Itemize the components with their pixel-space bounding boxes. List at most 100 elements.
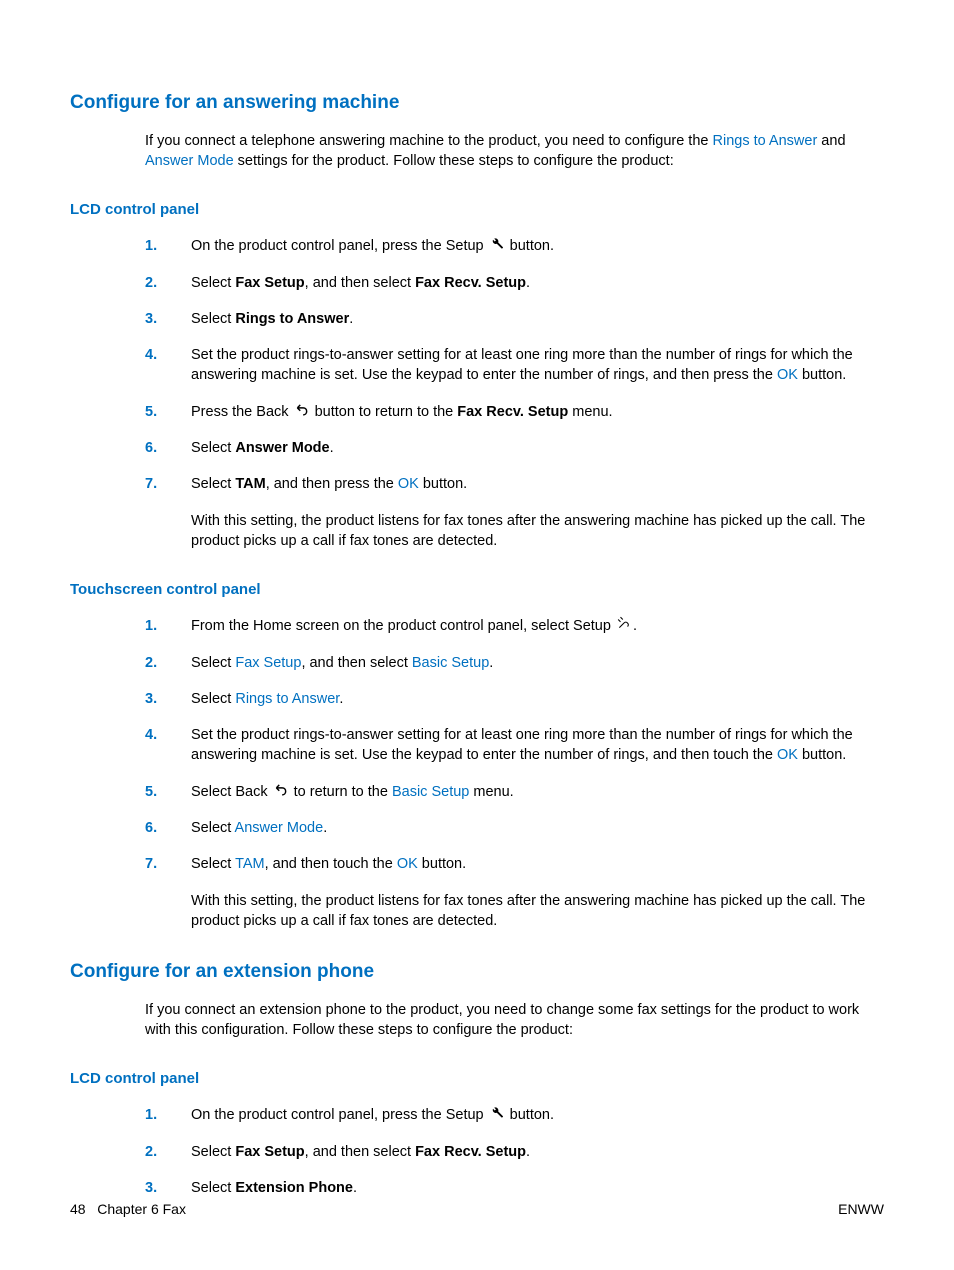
text: TAM [235, 476, 265, 492]
list-item: 5. Select Back to return to the Basic Se… [145, 782, 884, 802]
step-number: 7. [145, 474, 191, 494]
answer-mode-link[interactable]: Answer Mode [235, 820, 324, 836]
step-number: 3. [145, 689, 191, 709]
text: If you connect a telephone answering mac… [145, 133, 713, 149]
step-number: 5. [145, 782, 191, 802]
text: , and then select [305, 1144, 415, 1160]
text: . [323, 820, 327, 836]
lcd-heading-2: LCD control panel [70, 1068, 884, 1089]
list-item: 1. On the product control panel, press t… [145, 236, 884, 256]
section-heading-extension-phone: Configure for an extension phone [70, 959, 884, 986]
text: . [526, 1144, 530, 1160]
text: . [339, 691, 343, 707]
text: button. [506, 238, 554, 254]
text: Select [191, 1144, 235, 1160]
page-footer: 48 Chapter 6 Fax ENWW [70, 1200, 884, 1220]
step-number: 4. [145, 725, 191, 745]
step-body: Select Fax Setup, and then select Fax Re… [191, 1142, 884, 1162]
section-heading-answering-machine: Configure for an answering machine [70, 90, 884, 117]
step-body: Select TAM, and then press the OK button… [191, 474, 884, 494]
text: . [633, 618, 637, 634]
text: Fax Setup [235, 275, 304, 291]
text: . [526, 275, 530, 291]
step-body: On the product control panel, press the … [191, 236, 884, 256]
note-paragraph: With this setting, the product listens f… [191, 891, 884, 932]
touch-steps: 1. From the Home screen on the product c… [145, 616, 884, 931]
text: Select [191, 275, 235, 291]
step-number: 2. [145, 1142, 191, 1162]
list-item: 4. Set the product rings-to-answer setti… [145, 345, 884, 386]
step-body: Select Fax Setup, and then select Basic … [191, 653, 884, 673]
text: button. [418, 856, 466, 872]
text: On the product control panel, press the … [191, 238, 488, 254]
step-body: Set the product rings-to-answer setting … [191, 345, 884, 386]
step-number: 3. [145, 1178, 191, 1198]
text: to return to the [290, 784, 392, 800]
list-item: 4. Set the product rings-to-answer setti… [145, 725, 884, 766]
step-body: Select Extension Phone. [191, 1178, 884, 1198]
document-page: Configure for an answering machine If yo… [0, 0, 954, 1270]
text: Select [191, 1180, 235, 1196]
wrench-icon [490, 236, 504, 256]
text: From the Home screen on the product cont… [191, 618, 615, 634]
step-number: 2. [145, 273, 191, 293]
list-item: 7. Select TAM, and then touch the OK but… [145, 854, 884, 874]
step-number: 6. [145, 438, 191, 458]
list-item: 6. Select Answer Mode. [145, 818, 884, 838]
wrench-icon [490, 1105, 504, 1125]
rings-to-answer-link[interactable]: Rings to Answer [235, 691, 339, 707]
text: Select [191, 820, 235, 836]
step-number: 7. [145, 854, 191, 874]
list-item: 2. Select Fax Setup, and then select Bas… [145, 653, 884, 673]
text: button. [506, 1107, 554, 1123]
text: settings for the product. Follow these s… [234, 153, 674, 169]
lcd-heading-1: LCD control panel [70, 199, 884, 220]
note-paragraph: With this setting, the product listens f… [191, 511, 884, 552]
chapter-label: Chapter 6 Fax [97, 1201, 186, 1217]
back-icon [274, 782, 288, 802]
step-body: Select Answer Mode. [191, 818, 884, 838]
answer-mode-link[interactable]: Answer Mode [145, 153, 234, 169]
text: . [330, 440, 334, 456]
step-number: 6. [145, 818, 191, 838]
list-item: 1. From the Home screen on the product c… [145, 616, 884, 636]
text: , and then select [301, 655, 411, 671]
list-item: 2. Select Fax Setup, and then select Fax… [145, 273, 884, 293]
ok-link[interactable]: OK [777, 747, 798, 763]
basic-setup-link[interactable]: Basic Setup [412, 655, 489, 671]
step-body: Select TAM, and then touch the OK button… [191, 854, 884, 874]
text: Select Back [191, 784, 272, 800]
text: Rings to Answer [235, 311, 349, 327]
text: , and then press the [266, 476, 398, 492]
lcd-steps-1: 1. On the product control panel, press t… [145, 236, 884, 551]
text: menu. [469, 784, 513, 800]
basic-setup-link[interactable]: Basic Setup [392, 784, 469, 800]
list-item: 3. Select Extension Phone. [145, 1178, 884, 1198]
text: and [817, 133, 845, 149]
text: Select [191, 476, 235, 492]
ok-link[interactable]: OK [397, 856, 418, 872]
footer-right: ENWW [838, 1200, 884, 1220]
step-number: 1. [145, 236, 191, 256]
list-item: 7. Select TAM, and then press the OK but… [145, 474, 884, 494]
step-body: From the Home screen on the product cont… [191, 616, 884, 636]
text: , and then select [305, 275, 415, 291]
text: Fax Recv. Setup [415, 275, 526, 291]
step-body: Select Rings to Answer. [191, 309, 884, 329]
rings-to-answer-link[interactable]: Rings to Answer [713, 133, 818, 149]
tam-link[interactable]: TAM [235, 856, 265, 872]
ok-link[interactable]: OK [398, 476, 419, 492]
fax-setup-link[interactable]: Fax Setup [235, 655, 301, 671]
step-body: Press the Back button to return to the F… [191, 402, 884, 422]
text: button. [798, 747, 846, 763]
text: Select [191, 655, 235, 671]
text: Select [191, 856, 235, 872]
text: button. [419, 476, 467, 492]
step-body: On the product control panel, press the … [191, 1105, 884, 1125]
footer-left: 48 Chapter 6 Fax [70, 1200, 186, 1220]
text: Set the product rings-to-answer setting … [191, 727, 853, 763]
intro-paragraph-1: If you connect a telephone answering mac… [145, 131, 884, 172]
touchscreen-heading: Touchscreen control panel [70, 579, 884, 600]
ok-link[interactable]: OK [777, 367, 798, 383]
text: button. [798, 367, 846, 383]
